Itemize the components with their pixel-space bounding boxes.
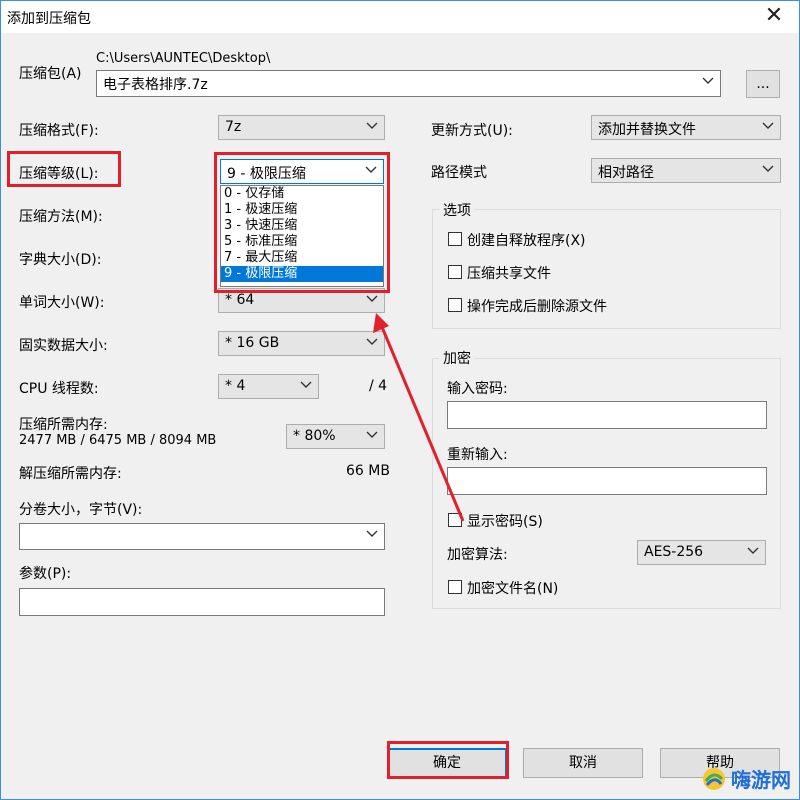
watermark-text: 嗨游网 <box>731 768 791 792</box>
watermark-icon <box>703 767 725 790</box>
add-to-archive-dialog: 添加到压缩包 ✕ 压缩包(A) C:\Users\AUNTEC\Desktop\… <box>0 0 800 800</box>
annotation-arrow <box>373 313 465 522</box>
watermark-logo: 嗨游网 <box>701 764 791 793</box>
